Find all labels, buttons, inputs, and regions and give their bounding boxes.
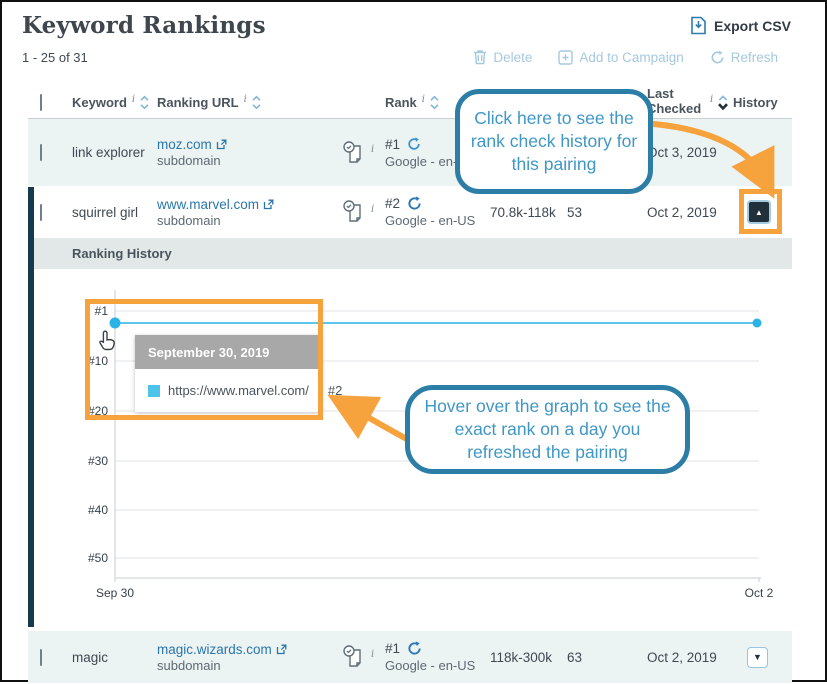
url-scope-label: subdomain <box>157 213 342 228</box>
y-tick: #50 <box>60 551 108 565</box>
tooltip-rank: #2 <box>328 383 342 398</box>
table-row: link explorer moz.com subdomain i #1 Goo… <box>28 119 792 186</box>
y-tick: #30 <box>60 454 108 468</box>
info-icon[interactable]: i <box>371 204 374 215</box>
serp-features-icon[interactable] <box>342 199 366 225</box>
difficulty-cell: 63 <box>567 650 647 665</box>
sort-icon-keyword[interactable] <box>139 94 150 111</box>
table-controls: 1 - 25 of 31 Delete Add to Campaign Refr… <box>2 39 825 67</box>
export-csv-icon <box>690 16 707 35</box>
search-engine-label: Google - en-US <box>385 213 490 228</box>
col-header-history: History <box>733 95 778 110</box>
info-icon[interactable]: i <box>371 649 374 660</box>
keyword-cell: link explorer <box>72 145 157 160</box>
external-link-icon <box>263 199 274 210</box>
refresh-rank-icon[interactable] <box>407 196 422 211</box>
serp-features-icon[interactable] <box>342 140 366 166</box>
table-row-expanded: squirrel girl www.marvel.com subdomain i… <box>28 186 792 238</box>
info-icon[interactable]: i <box>710 94 713 105</box>
external-link-icon <box>276 644 287 655</box>
refresh-icon <box>710 50 725 65</box>
info-icon[interactable]: i <box>422 94 425 105</box>
ranking-history-header: Ranking History <box>28 238 792 269</box>
row-checkbox[interactable] <box>40 204 42 221</box>
row-checkbox[interactable] <box>40 144 42 161</box>
y-tick: #40 <box>60 503 108 517</box>
volume-cell: 70.8k-118k <box>490 205 567 220</box>
info-icon[interactable]: i <box>132 94 135 105</box>
refresh-rank-icon[interactable] <box>407 137 421 151</box>
table-header-row: Keywordi Ranking URLi Ranki Last Checked… <box>28 86 792 119</box>
page-header: Keyword Rankings Export CSV <box>2 2 825 39</box>
sort-icon-last-checked-active[interactable] <box>717 93 729 112</box>
col-header-rank: Rank <box>385 95 417 110</box>
col-header-ranking-url: Ranking URL <box>157 95 239 110</box>
col-header-last-checked: Last Checked <box>647 87 705 117</box>
delete-label: Delete <box>493 50 532 65</box>
keyword-cell: squirrel girl <box>72 205 157 220</box>
bulk-action-toolbar: Delete Add to Campaign Refresh <box>473 49 778 65</box>
info-icon[interactable]: i <box>244 94 247 105</box>
trash-icon <box>473 49 487 65</box>
ranking-url-link[interactable]: www.marvel.com <box>157 197 274 212</box>
result-count: 1 - 25 of 31 <box>22 50 88 65</box>
callout-history-bubble: Click here to see the rank check history… <box>455 89 653 194</box>
x-tick: Sep 30 <box>85 586 145 600</box>
add-to-campaign-label: Add to Campaign <box>579 50 683 65</box>
refresh-rank-icon[interactable] <box>407 641 422 656</box>
ranking-url-link[interactable]: moz.com <box>157 137 227 152</box>
difficulty-cell: 53 <box>567 205 647 220</box>
rank-value: #1 <box>385 137 400 152</box>
url-scope-label: subdomain <box>157 153 342 168</box>
serp-features-icon[interactable] <box>342 644 366 670</box>
callout-hover-bubble: Hover over the graph to see the exact ra… <box>405 385 690 474</box>
external-link-icon <box>216 139 227 150</box>
row-checkbox[interactable] <box>40 649 42 666</box>
rank-value: #2 <box>385 196 400 211</box>
keyword-cell: magic <box>72 650 157 665</box>
select-all-checkbox[interactable] <box>40 94 42 111</box>
x-tick: Oct 2 <box>729 586 789 600</box>
refresh-button[interactable]: Refresh <box>710 50 778 65</box>
search-engine-label: Google - en-US <box>385 658 490 673</box>
refresh-label: Refresh <box>731 50 778 65</box>
last-checked-cell: Oct 2, 2019 <box>647 650 747 665</box>
info-icon[interactable]: i <box>371 144 374 155</box>
volume-cell: 118k-300k <box>490 650 567 665</box>
sort-icon-rank[interactable] <box>429 94 440 111</box>
ranking-url-link[interactable]: magic.wizards.com <box>157 642 287 657</box>
last-checked-cell: Oct 3, 2019 <box>647 145 747 160</box>
page-title: Keyword Rankings <box>22 12 266 39</box>
delete-button[interactable]: Delete <box>473 49 532 65</box>
col-header-keyword: Keyword <box>72 95 127 110</box>
add-to-campaign-button[interactable]: Add to Campaign <box>558 50 683 65</box>
url-scope-label: subdomain <box>157 658 342 673</box>
table-row: magic magic.wizards.com subdomain i #1 G… <box>28 631 792 683</box>
history-toggle-collapsed[interactable]: ▼ <box>747 647 768 668</box>
plus-box-icon <box>558 50 573 65</box>
highlight-box-chart-hover <box>85 299 323 420</box>
export-csv-label: Export CSV <box>714 18 791 34</box>
expanded-row-accent-border <box>28 187 34 627</box>
data-point-oct2 <box>753 319 762 328</box>
sort-icon-ranking-url[interactable] <box>251 94 262 111</box>
export-csv-button[interactable]: Export CSV <box>690 16 791 35</box>
highlight-box-history-button <box>739 189 782 234</box>
last-checked-cell: Oct 2, 2019 <box>647 205 747 220</box>
rank-value: #1 <box>385 641 400 656</box>
